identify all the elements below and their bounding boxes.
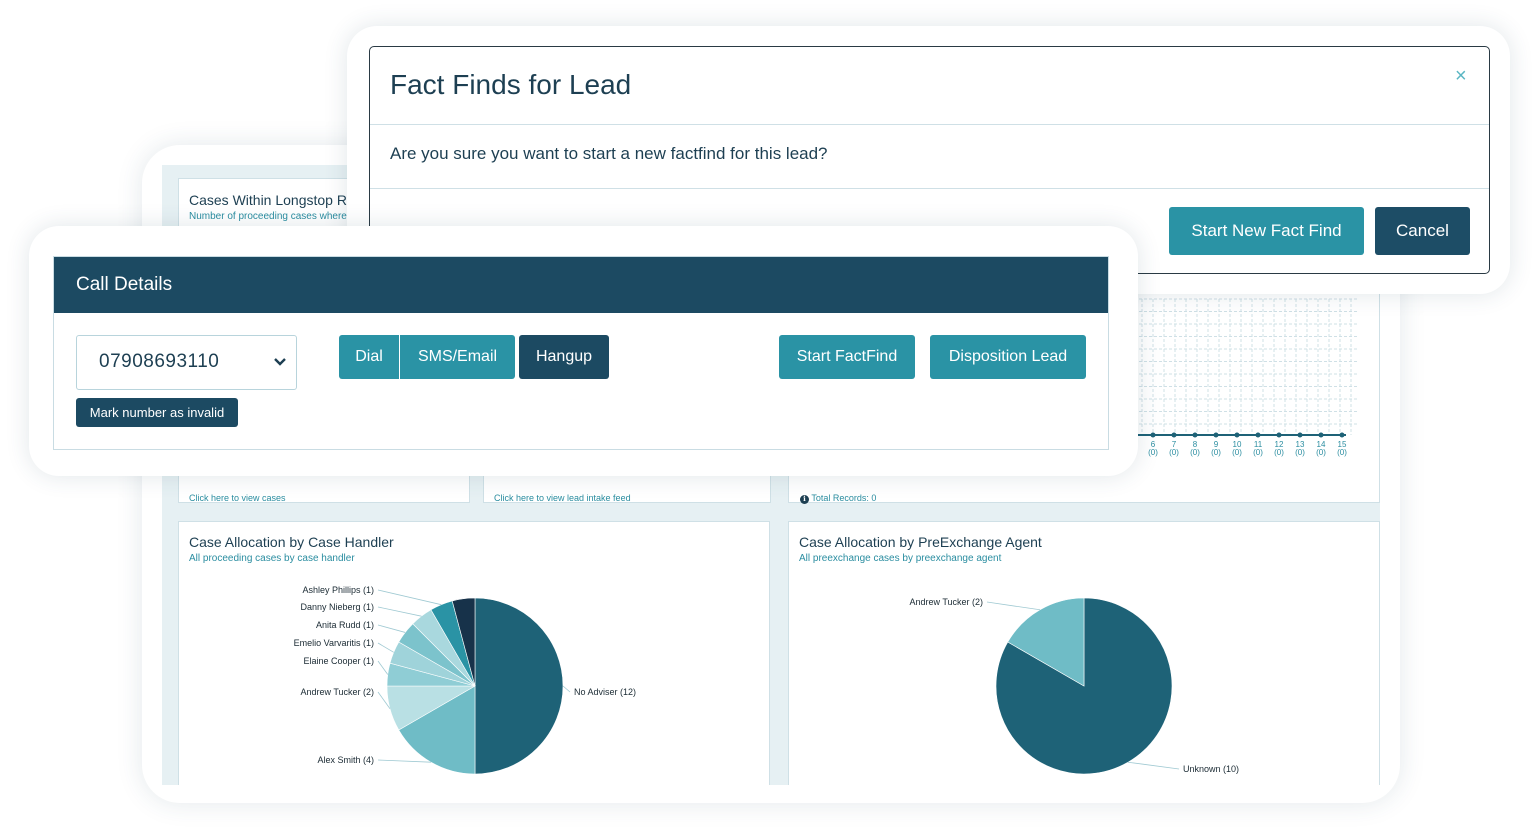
records-line-chart: 6(0)7(0)8(0)9(0)10(0)11(0)12(0)13(0)14(0…: [1129, 298, 1357, 457]
case-handler-panel: Case Allocation by Case Handler All proc…: [178, 521, 770, 785]
pie-slice-label: Andrew Tucker (2): [909, 597, 983, 607]
info-icon: ℹ: [800, 495, 809, 504]
pie-leader-line: [377, 660, 389, 675]
pie-slice-label: Anita Rudd (1): [316, 620, 374, 630]
modal-question: Are you sure you want to start a new fac…: [390, 144, 828, 163]
call-details-title: Call Details: [76, 274, 173, 295]
x-tick-count: (0): [1190, 448, 1200, 457]
x-tick-count: (0): [1295, 448, 1305, 457]
pie-leader-line: [986, 601, 1041, 611]
total-records: ℹ Total Records: 0: [800, 493, 876, 504]
pie-slice-label: Danny Nieberg (1): [300, 602, 374, 612]
data-point: [1171, 432, 1177, 438]
phone-number-value: 07908693110: [99, 351, 220, 372]
data-point: [1339, 432, 1345, 438]
x-tick-count: (0): [1316, 448, 1326, 457]
start-factfind-button[interactable]: Start FactFind: [779, 335, 915, 379]
x-tick-count: (0): [1274, 448, 1284, 457]
pie-slice-label: No Adviser (12): [574, 687, 636, 697]
modal-divider: [370, 188, 1489, 189]
x-tick-count: (0): [1148, 448, 1158, 457]
data-point: [1213, 432, 1219, 438]
preexchange-panel: Case Allocation by PreExchange Agent All…: [788, 521, 1380, 785]
handler-pie-chart: No Adviser (12) Alex Smith (4) Andrew Tuck…: [294, 585, 636, 775]
x-tick-count: (0): [1253, 448, 1263, 457]
pie-slice[interactable]: [474, 597, 564, 775]
call-details-header: Call Details: [54, 257, 1108, 313]
chevron-down-icon: [274, 358, 286, 366]
phone-number-select[interactable]: 07908693110: [76, 335, 297, 390]
longstop-subtitle: Number of proceeding cases where lo: [189, 211, 358, 222]
data-point: [1255, 432, 1261, 438]
pie-leader-line: [377, 759, 432, 763]
pie-slice-label: Elaine Cooper (1): [303, 656, 374, 666]
total-records-label: Total Records: 0: [811, 493, 877, 503]
pie-leader-line: [377, 589, 442, 606]
modal-divider: [370, 124, 1489, 125]
data-point: [1318, 432, 1324, 438]
x-tick-count: (0): [1169, 448, 1179, 457]
start-new-fact-find-button[interactable]: Start New Fact Find: [1169, 207, 1364, 255]
x-tick-count: (0): [1211, 448, 1221, 457]
mark-invalid-button[interactable]: Mark number as invalid: [76, 398, 238, 427]
longstop-title: Cases Within Longstop R: [189, 192, 347, 208]
data-point: [1150, 432, 1156, 438]
call-details-panel: Call Details 07908693110 Mark number as …: [53, 256, 1109, 450]
cancel-button[interactable]: Cancel: [1375, 207, 1470, 255]
modal-title: Fact Finds for Lead: [390, 69, 632, 100]
dial-button[interactable]: Dial: [339, 335, 399, 379]
pie-leader-line: [377, 642, 394, 653]
close-icon[interactable]: ×: [1455, 65, 1467, 88]
data-point: [1234, 432, 1240, 438]
pie-slice-label: Ashley Phillips (1): [302, 585, 374, 595]
agent-pie-chart: Unknown (10) Andrew Tucker (2): [909, 597, 1239, 775]
pie-slice-label: Unknown (10): [1183, 764, 1239, 774]
data-point: [1192, 432, 1198, 438]
pie-leader-line: [377, 624, 406, 633]
lead-feed-link[interactable]: Click here to view lead intake feed: [494, 493, 631, 503]
x-tick-count: (0): [1337, 448, 1347, 457]
hangup-button[interactable]: Hangup: [519, 335, 609, 379]
pie-slice-label: Emelio Varvaritis (1): [294, 638, 374, 648]
data-point: [1276, 432, 1282, 438]
pie-leader-line: [1127, 761, 1180, 770]
sms-email-button[interactable]: SMS/Email: [400, 335, 515, 379]
pie-leader-line: [377, 606, 422, 617]
data-point: [1297, 432, 1303, 438]
pie-leader-line: [562, 685, 571, 693]
pie-slice-label: Andrew Tucker (2): [300, 687, 374, 697]
x-tick-count: (0): [1232, 448, 1242, 457]
pie-slice-label: Alex Smith (4): [317, 755, 374, 765]
disposition-lead-button[interactable]: Disposition Lead: [930, 335, 1086, 379]
view-cases-link[interactable]: Click here to view cases: [189, 493, 286, 503]
